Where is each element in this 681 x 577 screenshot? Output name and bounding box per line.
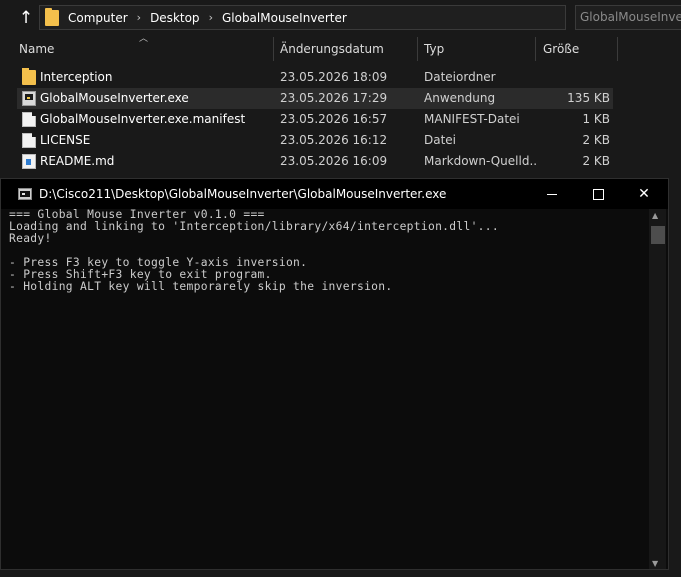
file-row-globalmouseinverter-exe[interactable]: GlobalMouseInverter.exe 23.05.2026 17:29… <box>17 88 613 109</box>
console-window[interactable]: D:\Cisco211\Desktop\GlobalMouseInverter\… <box>0 178 669 570</box>
folder-icon <box>45 8 59 26</box>
column-header-date[interactable]: Änderungsdatum <box>280 37 384 61</box>
file-name: Interception <box>40 70 113 84</box>
file-size: 135 KB <box>567 91 610 105</box>
breadcrumb-globalmouseinverter[interactable]: GlobalMouseInverter <box>222 11 347 25</box>
file-size: 1 KB <box>582 112 610 126</box>
column-header-name[interactable]: Name <box>19 37 54 61</box>
file-date: 23.05.2026 16:09 <box>280 154 388 168</box>
breadcrumb: Computer › Desktop › GlobalMouseInverter <box>68 6 347 29</box>
column-header-type[interactable]: Typ <box>424 37 444 61</box>
console-app-icon[interactable] <box>18 188 32 200</box>
document-icon <box>22 112 36 127</box>
close-button[interactable]: ✕ <box>621 179 667 209</box>
file-row-license[interactable]: LICENSE 23.05.2026 16:12 Datei 2 KB <box>17 130 613 151</box>
chevron-right-icon[interactable]: › <box>137 11 141 24</box>
breadcrumb-computer[interactable]: Computer <box>68 11 128 25</box>
file-name: GlobalMouseInverter.exe.manifest <box>40 112 246 126</box>
console-scrollbar[interactable]: ▲ ▼ <box>649 209 666 569</box>
file-date: 23.05.2026 16:57 <box>280 112 388 126</box>
minimize-button[interactable] <box>529 179 575 209</box>
document-icon <box>22 133 36 148</box>
file-type: Dateiordner <box>424 70 496 84</box>
markdown-icon <box>22 154 36 169</box>
console-line: - Holding ALT key will temporarely skip … <box>9 280 393 293</box>
file-size: 2 KB <box>582 133 610 147</box>
file-date: 23.05.2026 18:09 <box>280 70 388 84</box>
column-header-size[interactable]: Größe <box>543 37 579 61</box>
file-date: 23.05.2026 16:12 <box>280 133 388 147</box>
file-type: MANIFEST-Datei <box>424 112 520 126</box>
search-input[interactable]: GlobalMouseInverter durchsuchen <box>575 5 681 30</box>
folder-icon <box>22 68 36 85</box>
file-size: 2 KB <box>582 154 610 168</box>
console-output[interactable]: === Global Mouse Inverter v0.1.0 === Loa… <box>9 209 641 565</box>
column-divider[interactable] <box>273 37 274 61</box>
file-type: Datei <box>424 133 457 147</box>
console-title-bar[interactable]: D:\Cisco211\Desktop\GlobalMouseInverter\… <box>1 179 668 209</box>
file-row-interception[interactable]: Interception 23.05.2026 18:09 Dateiordne… <box>17 67 613 88</box>
sort-ascending-icon: ︿ <box>139 34 149 44</box>
file-date: 23.05.2026 17:29 <box>280 91 388 105</box>
explorer-address-row: ↑ Computer › Desktop › GlobalMouseInvert… <box>0 0 681 36</box>
column-divider[interactable] <box>417 37 418 61</box>
up-arrow-icon[interactable]: ↑ <box>16 9 36 27</box>
console-line: Loading and linking to 'Interception/lib… <box>9 220 499 233</box>
file-name: GlobalMouseInverter.exe <box>40 91 189 105</box>
file-name: README.md <box>40 154 115 168</box>
exe-icon <box>22 91 36 106</box>
address-bar[interactable]: Computer › Desktop › GlobalMouseInverter <box>39 5 566 30</box>
column-divider[interactable] <box>535 37 536 61</box>
file-name: LICENSE <box>40 133 91 147</box>
file-row-manifest[interactable]: GlobalMouseInverter.exe.manifest 23.05.2… <box>17 109 613 130</box>
console-title: D:\Cisco211\Desktop\GlobalMouseInverter\… <box>39 187 447 201</box>
close-icon: ✕ <box>638 186 650 202</box>
chevron-right-icon[interactable]: › <box>209 11 213 24</box>
breadcrumb-desktop[interactable]: Desktop <box>150 11 200 25</box>
console-line: Ready! <box>9 232 52 245</box>
scroll-up-icon[interactable]: ▲ <box>652 211 658 220</box>
file-row-readme[interactable]: README.md 23.05.2026 16:09 Markdown-Quel… <box>17 151 613 172</box>
column-divider[interactable] <box>617 37 618 61</box>
file-type: Anwendung <box>424 91 496 105</box>
scroll-down-icon[interactable]: ▼ <box>652 559 658 568</box>
maximize-button[interactable] <box>575 179 621 209</box>
scrollbar-thumb[interactable] <box>651 226 665 244</box>
file-type: Markdown-Quelld... <box>424 154 536 168</box>
